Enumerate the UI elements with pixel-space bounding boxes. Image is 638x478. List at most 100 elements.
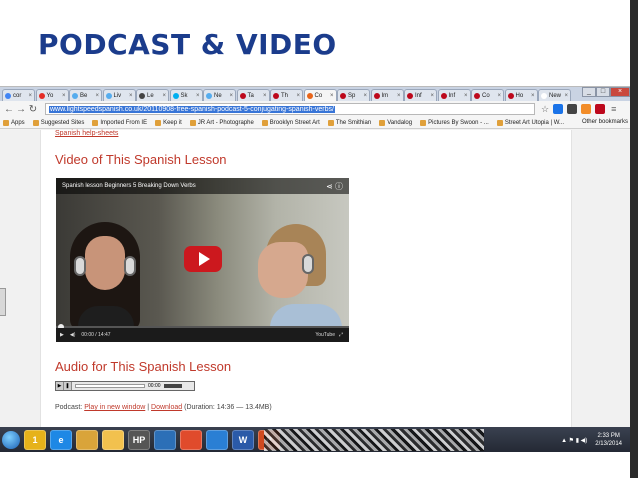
tab-close-icon[interactable]: ×	[430, 93, 434, 99]
browser-tab[interactable]: Inf ×	[404, 89, 437, 101]
taskbar-app-icon[interactable]: e	[50, 430, 72, 450]
help-sheets-link[interactable]: Spanish help-sheets	[55, 130, 118, 137]
browser-tab[interactable]: Sp ×	[337, 89, 370, 101]
browser-tab[interactable]: Co ×	[471, 89, 504, 101]
browser-tab[interactable]: Ta ×	[236, 89, 270, 101]
taskbar-app-icon[interactable]	[102, 430, 124, 450]
download-link[interactable]: Download	[151, 404, 182, 411]
taskbar-app-icon[interactable]	[206, 430, 228, 450]
bookmark-item[interactable]: JR Art - Photographe	[189, 119, 254, 126]
video-player[interactable]: Spanish lesson Beginners 5 Breaking Down…	[56, 178, 349, 342]
audio-volume-slider[interactable]	[163, 384, 182, 388]
tab-close-icon[interactable]: ×	[28, 93, 32, 99]
tab-close-icon[interactable]: ×	[196, 93, 200, 99]
browser-tab[interactable]: Ne ×	[203, 89, 236, 101]
address-bar[interactable]: www.lightspeedspanish.co.uk/20110908-fre…	[45, 103, 535, 115]
audio-player[interactable]: ▶ ❚ 00:00	[55, 381, 195, 391]
bookmark-item[interactable]: Suggested Sites	[32, 119, 84, 126]
tray-icons[interactable]: ▲ ⚑ ▮ ◀)	[561, 437, 587, 444]
star-icon[interactable]: ☆	[541, 104, 549, 115]
tab-close-icon[interactable]: ×	[363, 93, 367, 99]
taskbar-app-icon[interactable]	[180, 430, 202, 450]
tab-close-icon[interactable]: ×	[564, 93, 568, 99]
audio-pause-icon[interactable]: ❚	[64, 382, 72, 390]
slide-title: PODCAST & VIDEO	[38, 28, 337, 61]
youtube-brand[interactable]: YouTube	[315, 332, 335, 338]
tab-close-icon[interactable]: ×	[129, 93, 133, 99]
bookmark-icon	[32, 119, 39, 126]
tab-favicon-icon	[72, 92, 78, 99]
browser-tab[interactable]: Yo ×	[35, 89, 69, 101]
clock[interactable]: 2:33 PM 2/13/2014	[595, 432, 622, 448]
taskbar-app-icon[interactable]: W	[232, 430, 254, 450]
tab-close-icon[interactable]: ×	[95, 93, 99, 99]
taskbar-app-icon[interactable]	[154, 430, 176, 450]
bookmark-item[interactable]: Vandalog	[379, 119, 413, 126]
tab-close-icon[interactable]: ×	[296, 93, 300, 99]
browser-tab[interactable]: Ho ×	[504, 89, 538, 101]
play-button[interactable]	[184, 246, 222, 272]
browser-tab[interactable]: Th ×	[270, 89, 303, 101]
browser-tab[interactable]: Sk ×	[169, 89, 203, 101]
tab-close-icon[interactable]: ×	[229, 93, 233, 99]
address-url[interactable]: www.lightspeedspanish.co.uk/20110908-fre…	[49, 105, 335, 113]
audio-heading: Audio for This Spanish Lesson	[55, 359, 232, 374]
browser-tab[interactable]: Co ×	[303, 89, 337, 101]
tab-close-icon[interactable]: ×	[330, 93, 334, 99]
tab-close-icon[interactable]: ×	[162, 93, 166, 99]
browser-tab[interactable]: cor ×	[2, 89, 35, 101]
tab-close-icon[interactable]: ×	[397, 93, 401, 99]
play-icon[interactable]: ▶	[60, 332, 64, 338]
minimize-button[interactable]: _	[582, 87, 596, 97]
tab-close-icon[interactable]: ×	[263, 93, 267, 99]
forward-arrow-icon[interactable]: →	[15, 104, 27, 115]
video-title: Spanish lesson Beginners 5 Breaking Down…	[62, 183, 196, 189]
audio-progress-track[interactable]	[75, 384, 145, 388]
bookmark-label: Street Art Utopia | W...	[504, 119, 565, 126]
browser-tab[interactable]: Be ×	[69, 89, 102, 101]
taskbar-app-icon[interactable]: 1	[24, 430, 46, 450]
taskbar-app-icon[interactable]: HP	[128, 430, 150, 450]
taskbar-apps: 1eHPWP	[24, 430, 284, 450]
browser-tab[interactable]: Inf ×	[437, 89, 471, 101]
bookmark-item[interactable]: Imported From IE	[92, 119, 147, 126]
taskbar-app-icon[interactable]	[76, 430, 98, 450]
bookmark-item[interactable]: Brooklyn Street Art	[261, 119, 320, 126]
window-controls: _ □ ×	[582, 87, 630, 97]
menu-icon[interactable]: ≡	[611, 104, 616, 114]
close-button[interactable]: ×	[610, 87, 630, 97]
pocket-icon[interactable]	[567, 104, 578, 114]
pinterest-icon[interactable]	[595, 104, 606, 114]
bookmark-item[interactable]: Keep it	[155, 119, 182, 126]
volume-icon[interactable]: ◀)	[70, 332, 76, 338]
bookmark-item[interactable]: Pictures By Swoon - ...	[420, 119, 489, 126]
tab-label: Co	[314, 92, 323, 99]
start-button[interactable]	[2, 431, 20, 449]
bookmark-item[interactable]: Apps	[3, 119, 25, 126]
audio-play-icon[interactable]: ▶	[56, 382, 64, 390]
extension-icon[interactable]	[553, 104, 564, 114]
feedback-tab[interactable]	[0, 288, 6, 316]
browser-tab[interactable]: Liv ×	[102, 89, 136, 101]
maximize-button[interactable]: □	[596, 87, 610, 97]
share-icon[interactable]: ⋖ ⓘ	[326, 181, 343, 192]
browser-tab[interactable]: New ×	[538, 89, 571, 101]
reload-icon[interactable]: ↻	[27, 104, 39, 115]
bookmark-item[interactable]: Street Art Utopia | W...	[496, 119, 565, 126]
tab-close-icon[interactable]: ×	[62, 93, 66, 99]
tab-close-icon[interactable]: ×	[497, 93, 501, 99]
browser-tab[interactable]: Im ×	[370, 89, 404, 101]
bookmark-label: Vandalog	[387, 119, 413, 126]
bookmark-icon	[189, 119, 196, 126]
tab-close-icon[interactable]: ×	[464, 93, 468, 99]
other-bookmarks[interactable]: Other bookmarks	[582, 119, 628, 125]
bookmark-label: The Smithian	[335, 119, 372, 126]
play-new-window-link[interactable]: Play in new window	[84, 404, 145, 411]
tab-label: Be	[80, 92, 88, 99]
bookmark-item[interactable]: The Smithian	[327, 119, 372, 126]
back-arrow-icon[interactable]: ←	[3, 104, 15, 115]
tab-close-icon[interactable]: ×	[531, 93, 535, 99]
extension-icon[interactable]	[581, 104, 592, 114]
fullscreen-icon[interactable]: ⤢	[339, 332, 343, 338]
browser-tab[interactable]: Le ×	[136, 89, 169, 101]
